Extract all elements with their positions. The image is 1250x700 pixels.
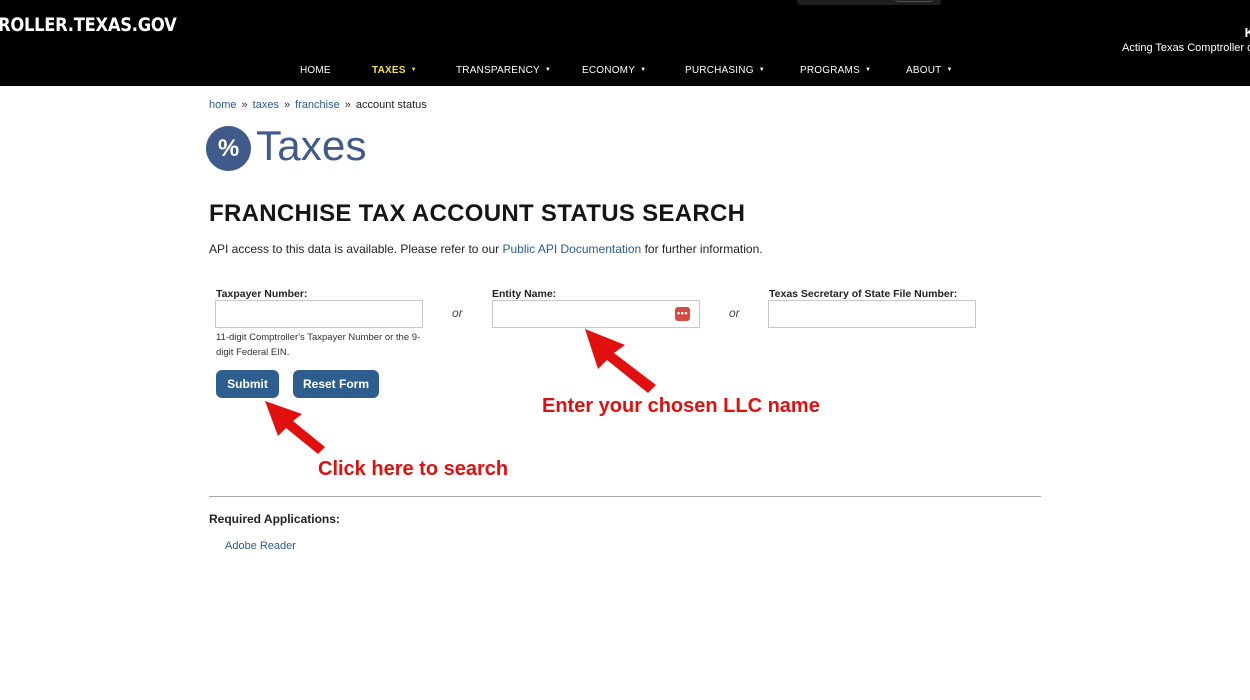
nav-purchasing[interactable]: PURCHASING ▼ <box>685 65 765 76</box>
entity-name-label: Entity Name: <box>492 288 557 300</box>
section-divider <box>209 496 1041 497</box>
comptroller-name: K <box>1244 25 1250 40</box>
sos-file-number-input[interactable] <box>768 300 976 328</box>
comptroller-title: Acting Texas Comptroller o <box>1122 42 1250 54</box>
required-applications-heading: Required Applications: <box>209 512 340 526</box>
api-docs-link[interactable]: Public API Documentation <box>502 242 641 256</box>
submit-button[interactable]: Submit <box>216 370 279 398</box>
sos-file-number-label: Texas Secretary of State File Number: <box>769 288 958 300</box>
nav-home-label: HOME <box>300 65 331 76</box>
chevron-down-icon: ▼ <box>410 67 417 73</box>
intro-before: API access to this data is available. Pl… <box>209 242 503 256</box>
chevron-down-icon: ▼ <box>758 67 765 73</box>
nav-home[interactable]: HOME <box>300 65 331 76</box>
page-title: FRANCHISE TAX ACCOUNT STATUS SEARCH <box>209 200 746 227</box>
intro-text: API access to this data is available. Pl… <box>209 242 763 256</box>
submit-annotation: Click here to search <box>318 458 509 480</box>
or-separator: or <box>729 306 740 320</box>
nav-economy[interactable]: ECONOMY ▼ <box>582 65 646 76</box>
chevron-down-icon: ▼ <box>640 67 647 73</box>
nav-about-label: ABOUT <box>906 65 942 76</box>
entity-arrow-shape <box>585 329 656 393</box>
chevron-down-icon: ▼ <box>864 67 872 73</box>
nav-taxes[interactable]: TAXES ▼ <box>372 65 417 76</box>
breadcrumb-separator: » <box>344 99 351 111</box>
top-search-box[interactable] <box>797 0 941 5</box>
breadcrumb-home[interactable]: home <box>209 99 237 111</box>
adobe-reader-link[interactable]: Adobe Reader <box>225 540 296 552</box>
section-title: Taxes <box>256 122 367 169</box>
chevron-down-icon: ▼ <box>544 67 552 73</box>
nav-economy-label: ECONOMY <box>582 65 636 76</box>
breadcrumb: home » taxes » franchise » account status <box>209 99 427 111</box>
nav-programs[interactable]: PROGRAMS ▼ <box>800 65 871 76</box>
nav-transparency[interactable]: TRANSPARENCY ▼ <box>456 65 551 76</box>
password-manager-icon[interactable]: ••• <box>675 307 690 321</box>
top-search-button[interactable] <box>895 0 933 2</box>
nav-purchasing-label: PURCHASING <box>685 65 754 76</box>
reset-form-button[interactable]: Reset Form <box>293 370 379 398</box>
breadcrumb-separator: » <box>241 99 248 111</box>
breadcrumb-current: account status <box>355 99 427 111</box>
breadcrumb-franchise[interactable]: franchise <box>295 99 340 111</box>
nav-taxes-label: TAXES <box>372 65 406 76</box>
nav-transparency-label: TRANSPARENCY <box>456 65 540 76</box>
chevron-down-icon: ▼ <box>946 67 953 73</box>
or-separator: or <box>452 306 463 320</box>
taxpayer-number-input[interactable] <box>215 300 423 328</box>
percent-icon: % <box>206 126 251 171</box>
submit-arrow-shape <box>265 401 325 454</box>
site-logo[interactable]: ROLLER.TEXAS.GOV <box>0 14 177 36</box>
intro-after: for further information. <box>641 242 763 256</box>
breadcrumb-separator: » <box>283 99 291 111</box>
main-nav: HOME TAXES ▼ TRANSPARENCY ▼ ECONOMY ▼ PURCH… <box>0 58 1250 86</box>
site-header: ROLLER.TEXAS.GOV K Acting Texas Comptrol… <box>0 0 1250 86</box>
entity-name-annotation: Enter your chosen LLC name <box>542 395 820 417</box>
nav-programs-label: PROGRAMS <box>800 65 860 76</box>
nav-about[interactable]: ABOUT ▼ <box>906 65 953 76</box>
taxpayer-number-label: Taxpayer Number: <box>216 288 308 300</box>
breadcrumb-taxes[interactable]: taxes <box>253 99 279 111</box>
arrow-icon <box>585 329 656 393</box>
entity-name-input[interactable] <box>492 300 700 328</box>
arrow-icon <box>265 401 325 454</box>
taxpayer-number-help: 11-digit Comptroller's Taxpayer Number o… <box>216 332 421 358</box>
